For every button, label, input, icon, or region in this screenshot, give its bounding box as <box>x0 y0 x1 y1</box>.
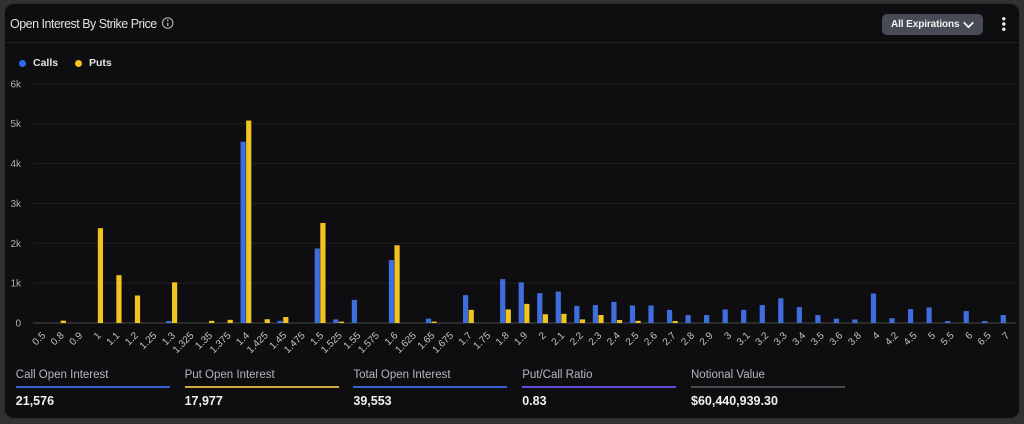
svg-text:2: 2 <box>537 330 549 342</box>
svg-text:3: 3 <box>722 330 734 342</box>
svg-text:3.3: 3.3 <box>772 330 790 348</box>
svg-text:1.625: 1.625 <box>393 330 419 356</box>
svg-text:6.5: 6.5 <box>976 330 994 348</box>
svg-text:0.5: 0.5 <box>31 330 49 348</box>
svg-text:4.5: 4.5 <box>902 330 920 348</box>
svg-text:5k: 5k <box>10 119 22 130</box>
svg-text:1.8: 1.8 <box>494 330 512 348</box>
svg-text:2.3: 2.3 <box>587 330 605 348</box>
svg-text:6k: 6k <box>10 79 22 90</box>
svg-text:2.5: 2.5 <box>624 330 642 348</box>
svg-text:1.25: 1.25 <box>138 330 160 352</box>
svg-text:6: 6 <box>963 330 975 342</box>
svg-text:3.4: 3.4 <box>791 330 809 348</box>
svg-text:5.5: 5.5 <box>939 330 957 348</box>
svg-text:2.2: 2.2 <box>568 330 586 348</box>
svg-text:2.7: 2.7 <box>661 330 679 348</box>
svg-text:4k: 4k <box>10 159 22 170</box>
svg-text:3.6: 3.6 <box>828 330 846 348</box>
svg-text:1.525: 1.525 <box>319 330 345 356</box>
svg-text:2.6: 2.6 <box>642 330 660 348</box>
svg-text:3.8: 3.8 <box>846 330 864 348</box>
svg-text:1.675: 1.675 <box>431 330 457 356</box>
svg-text:0: 0 <box>15 319 21 330</box>
svg-text:1.375: 1.375 <box>208 330 234 356</box>
svg-text:1.75: 1.75 <box>472 330 494 352</box>
svg-text:1.575: 1.575 <box>356 330 382 356</box>
svg-text:1.1: 1.1 <box>105 330 123 348</box>
svg-text:1k: 1k <box>10 279 22 290</box>
svg-text:3.1: 3.1 <box>735 330 753 348</box>
svg-text:0.8: 0.8 <box>49 330 67 348</box>
svg-text:1.475: 1.475 <box>282 330 308 356</box>
svg-text:4: 4 <box>871 330 883 342</box>
svg-text:4.2: 4.2 <box>883 330 901 348</box>
svg-text:0.9: 0.9 <box>68 330 86 348</box>
svg-text:2.1: 2.1 <box>550 330 568 348</box>
svg-text:2.9: 2.9 <box>698 330 716 348</box>
svg-text:2.8: 2.8 <box>679 330 697 348</box>
svg-text:3k: 3k <box>10 199 22 210</box>
svg-text:1.9: 1.9 <box>513 330 531 348</box>
svg-text:3.5: 3.5 <box>809 330 827 348</box>
svg-text:1.425: 1.425 <box>245 330 271 356</box>
svg-text:2k: 2k <box>10 239 22 250</box>
svg-text:7: 7 <box>1001 330 1013 342</box>
svg-text:1: 1 <box>92 330 104 342</box>
svg-text:1.325: 1.325 <box>171 330 197 356</box>
svg-text:2.4: 2.4 <box>605 330 623 348</box>
svg-text:3.2: 3.2 <box>754 330 772 348</box>
svg-text:5: 5 <box>926 330 938 342</box>
